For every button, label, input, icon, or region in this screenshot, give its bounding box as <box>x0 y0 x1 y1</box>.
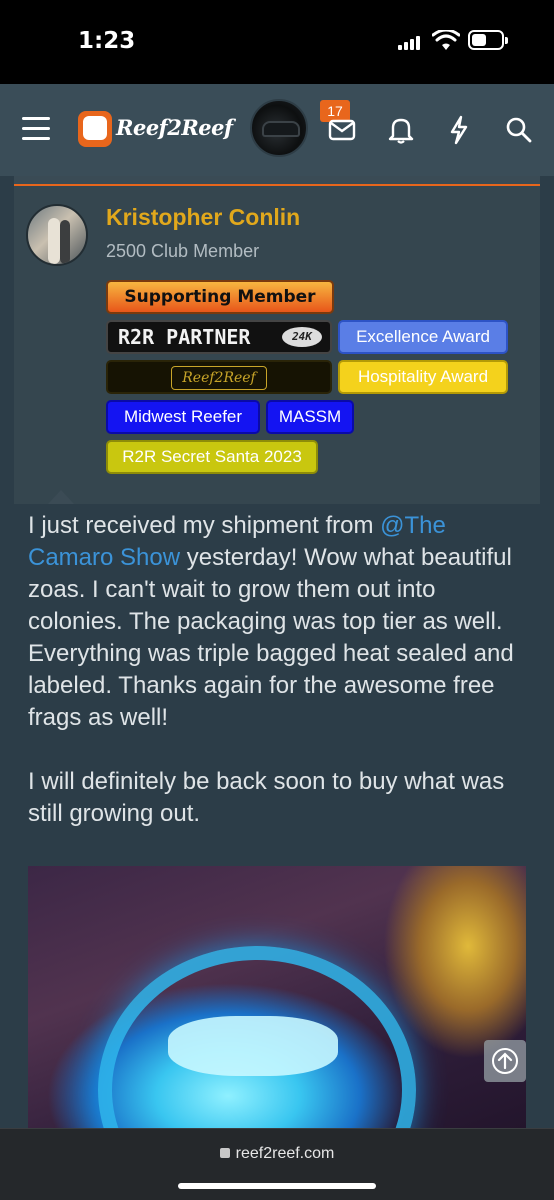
menu-icon[interactable] <box>22 117 50 141</box>
site-header: Reef2Reef 17 <box>0 84 554 176</box>
battery-icon <box>468 30 508 50</box>
url-display[interactable]: reef2reef.com <box>0 1145 554 1163</box>
post-attachment-image[interactable] <box>28 866 526 1128</box>
status-bar: 1:23 <box>0 0 554 84</box>
badge-supporting-member: Supporting Member <box>106 280 334 314</box>
home-indicator[interactable] <box>178 1183 376 1189</box>
post-pointer-arrow <box>48 490 74 506</box>
badge-24k-icon: 24K <box>282 327 322 347</box>
post-paragraph: I will definitely be back soon to buy wh… <box>28 768 505 827</box>
arrow-up-icon <box>492 1048 518 1074</box>
wifi-icon <box>432 30 460 50</box>
envelope-icon[interactable] <box>328 119 356 141</box>
post-paragraph: I just received my shipment from @The Ca… <box>28 512 514 731</box>
badge-r2r-partner: R2R PARTNER 24K <box>106 320 332 354</box>
badge-reef2reef-logo: Reef2Reef <box>106 360 332 394</box>
badge-secret-santa: R2R Secret Santa 2023 <box>106 440 318 474</box>
user-avatar[interactable] <box>250 99 308 157</box>
signal-icon <box>398 36 426 50</box>
lock-icon <box>219 1148 230 1158</box>
thread-content: Kristopher Conlin 2500 Club Member Suppo… <box>0 176 554 1128</box>
author-title: 2500 Club Member <box>106 241 260 261</box>
logo-badge-icon <box>78 111 112 147</box>
badge-partner-label: R2R PARTNER <box>118 325 251 349</box>
badge-hospitality-award: Hospitality Award <box>338 360 508 394</box>
logo-text: Reef2Reef <box>116 115 233 140</box>
status-time: 1:23 <box>78 28 136 54</box>
lightning-icon[interactable] <box>448 115 470 145</box>
badge-excellence-award: Excellence Award <box>338 320 508 354</box>
badge-midwest-reefer: Midwest Reefer <box>106 400 260 434</box>
author-name[interactable]: Kristopher Conlin <box>106 204 300 231</box>
badge-massm: MASSM <box>266 400 354 434</box>
browser-address-bar[interactable]: reef2reef.com <box>0 1128 554 1200</box>
post-body: I just received my shipment from @The Ca… <box>28 510 528 862</box>
url-text: reef2reef.com <box>235 1145 335 1162</box>
bell-icon[interactable] <box>388 116 414 144</box>
site-logo[interactable]: Reef2Reef <box>78 111 233 149</box>
author-avatar[interactable] <box>26 204 88 266</box>
post-author-block: Kristopher Conlin 2500 Club Member Suppo… <box>14 176 540 506</box>
badge-reef-label: Reef2Reef <box>171 366 267 390</box>
search-icon[interactable] <box>505 116 533 144</box>
scroll-to-top-button[interactable] <box>484 1040 526 1082</box>
